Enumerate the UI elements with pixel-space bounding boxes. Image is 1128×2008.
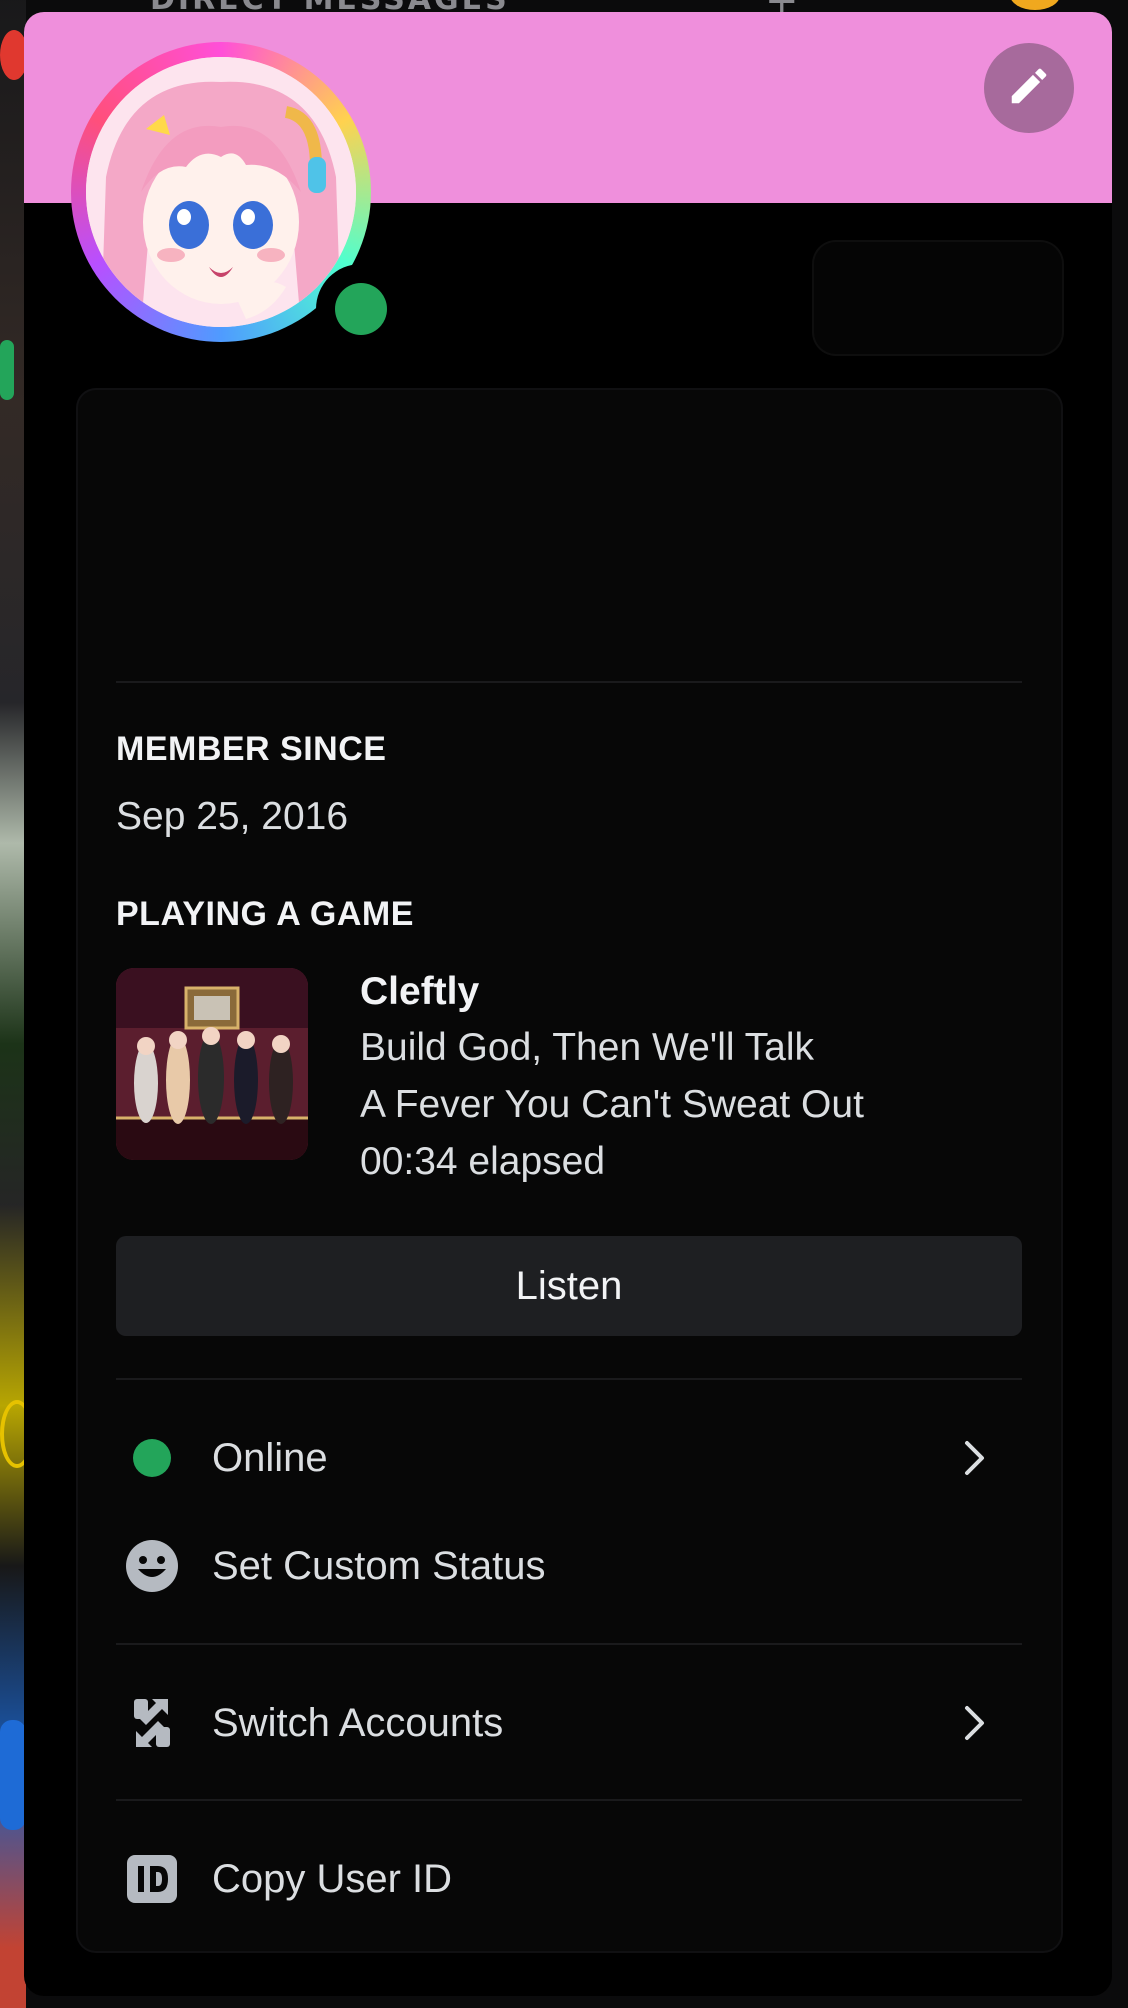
activity-elapsed-time: 00:34 elapsed [360, 1140, 606, 1183]
smiley-icon [120, 1534, 184, 1598]
profile-panel: MEMBER SINCE Sep 25, 2016 PLAYING A GAME [24, 12, 1112, 1996]
status-menu-item[interactable]: Online [116, 1408, 1022, 1508]
activity-album-title: A Fever You Can't Sweat Out [360, 1083, 864, 1126]
pencil-icon [1006, 63, 1052, 113]
status-indicator [316, 264, 406, 354]
member-since-label: MEMBER SINCE [116, 730, 387, 768]
background-avatar [1010, 0, 1060, 10]
status-label: Online [212, 1435, 328, 1480]
switch-accounts-icon [120, 1691, 184, 1755]
online-status-dot [335, 283, 387, 335]
divider [116, 681, 1022, 683]
copy-user-id-label: Copy User ID [212, 1856, 453, 1901]
avatar-image [86, 57, 356, 327]
activity-label: PLAYING A GAME [116, 895, 414, 933]
background-dm-list-edge [1110, 0, 1128, 2008]
divider [116, 1799, 1022, 1801]
custom-status-menu-item[interactable]: Set Custom Status [116, 1516, 1022, 1616]
divider [116, 1378, 1022, 1380]
edit-profile-button[interactable] [984, 43, 1074, 133]
custom-status-label: Set Custom Status [212, 1543, 546, 1588]
background-server-strip [0, 0, 26, 2008]
profile-avatar-container[interactable] [71, 42, 406, 354]
activity-album-art [116, 968, 308, 1160]
redacted-name-box [814, 242, 1062, 354]
copy-user-id-menu-item[interactable]: Copy User ID [116, 1829, 1022, 1929]
id-icon [120, 1847, 184, 1911]
listen-button[interactable]: Listen [116, 1236, 1022, 1336]
background-server-icon [0, 340, 14, 400]
background-server-icon [0, 1720, 26, 1830]
member-since-date: Sep 25, 2016 [116, 795, 349, 838]
online-status-icon [120, 1426, 184, 1490]
profile-info-card: MEMBER SINCE Sep 25, 2016 PLAYING A GAME [78, 390, 1061, 1951]
chevron-right-icon [950, 1433, 1000, 1483]
switch-accounts-label: Switch Accounts [212, 1700, 504, 1745]
activity-app-name: Cleftly [360, 970, 480, 1013]
chevron-right-icon [950, 1698, 1000, 1748]
activity-song-title: Build God, Then We'll Talk [360, 1026, 815, 1069]
divider [116, 1643, 1022, 1645]
switch-accounts-menu-item[interactable]: Switch Accounts [116, 1673, 1022, 1773]
